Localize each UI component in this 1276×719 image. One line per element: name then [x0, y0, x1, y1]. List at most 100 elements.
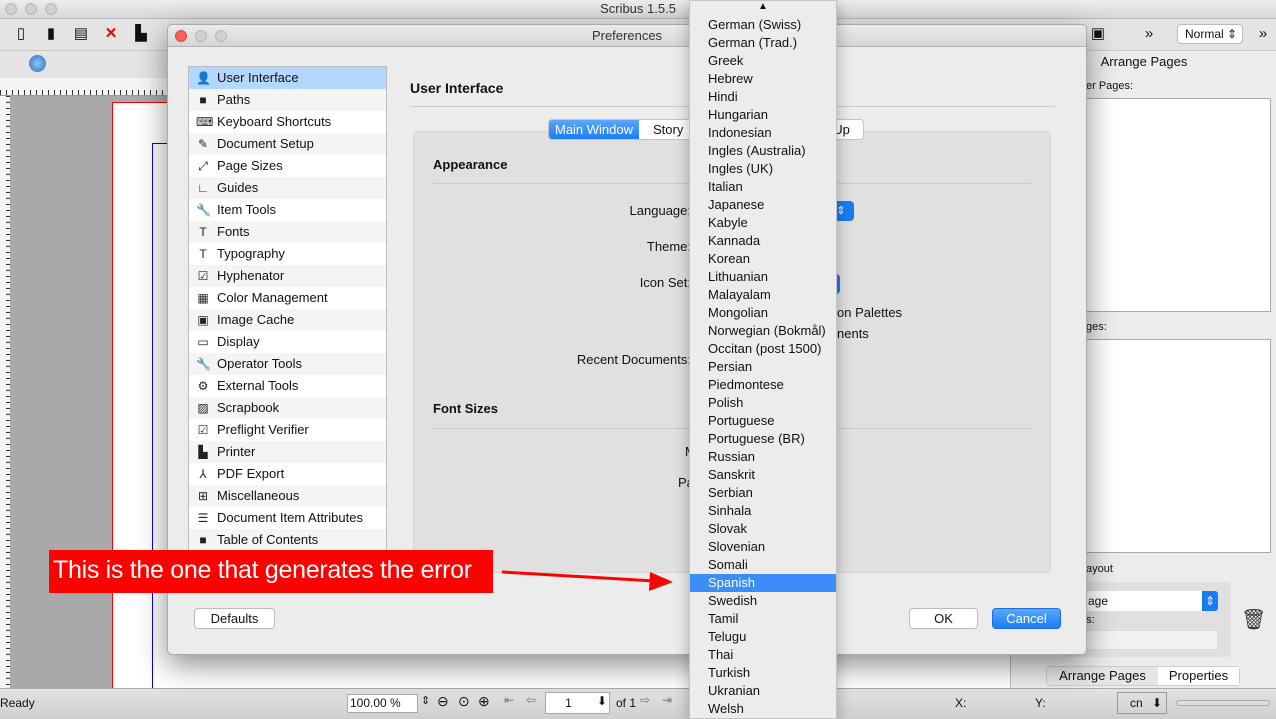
mode-select[interactable]: Normal ⇕: [1177, 24, 1243, 44]
sidebar-item-operator-tools[interactable]: 🔧 Operator Tools: [189, 353, 386, 375]
language-option[interactable]: Polish: [690, 394, 836, 412]
language-option[interactable]: Indonesian: [690, 124, 836, 142]
language-option[interactable]: Lithuanian: [690, 268, 836, 286]
language-option[interactable]: Sanskrit: [690, 466, 836, 484]
language-option[interactable]: Swedish: [690, 592, 836, 610]
close-window-button[interactable]: [5, 3, 17, 15]
sidebar-item-guides[interactable]: ∟ Guides: [189, 177, 386, 199]
zoom-window-button[interactable]: [45, 3, 57, 15]
language-option[interactable]: Portuguese (BR): [690, 430, 836, 448]
language-option[interactable]: Russian: [690, 448, 836, 466]
language-option[interactable]: Ingles (UK): [690, 160, 836, 178]
save-icon[interactable]: ▤: [72, 25, 90, 43]
language-option[interactable]: Slovenian: [690, 538, 836, 556]
unit-select[interactable]: cn ⬇: [1117, 692, 1167, 714]
print-icon[interactable]: ▙: [132, 25, 150, 43]
master-pages-list[interactable]: [1086, 98, 1271, 312]
language-option[interactable]: Slovak: [690, 520, 836, 538]
zoom-reset-icon[interactable]: ⊙: [458, 693, 470, 710]
language-option[interactable]: Hungarian: [690, 106, 836, 124]
more-tools-icon[interactable]: »: [1140, 25, 1158, 43]
sidebar-item-display[interactable]: ▭ Display: [189, 331, 386, 353]
sidebar-item-paths[interactable]: ■ Paths: [189, 89, 386, 111]
minimize-window-button[interactable]: [25, 3, 37, 15]
sidebar-item-document-item-attributes[interactable]: ☰ Document Item Attributes: [189, 507, 386, 529]
language-option[interactable]: Telugu: [690, 628, 836, 646]
documents-checkbox-label[interactable]: nents: [837, 326, 869, 341]
sidebar-item-document-setup[interactable]: ✎ Document Setup: [189, 133, 386, 155]
last-page-icon[interactable]: ⇥: [662, 693, 672, 707]
pen-tool-icon[interactable]: [29, 55, 46, 72]
first-page-select[interactable]: [1086, 630, 1218, 650]
language-option[interactable]: Kannada: [690, 232, 836, 250]
sidebar-item-table-of-contents[interactable]: ■ Table of Contents: [189, 529, 386, 551]
page-dropdown-icon[interactable]: ⬇: [597, 694, 607, 708]
sidebar-item-miscellaneous[interactable]: ⊞ Miscellaneous: [189, 485, 386, 507]
language-option[interactable]: Kabyle: [690, 214, 836, 232]
zoom-input[interactable]: 100.00 %: [347, 694, 418, 713]
new-document-icon[interactable]: ▯: [12, 25, 30, 43]
dialog-close-button[interactable]: [175, 30, 187, 42]
cancel-button[interactable]: Cancel: [992, 608, 1061, 629]
language-option[interactable]: Welsh: [690, 700, 836, 718]
sidebar-item-user-interface[interactable]: 👤 User Interface: [189, 67, 386, 89]
open-document-icon[interactable]: ▮: [42, 25, 60, 43]
language-option[interactable]: Korean: [690, 250, 836, 268]
language-option[interactable]: German (Trad.): [690, 34, 836, 52]
first-page-icon[interactable]: ⇤: [504, 693, 514, 707]
language-option[interactable]: Tamil: [690, 610, 836, 628]
tab-main-window[interactable]: Main Window: [549, 120, 639, 139]
language-option[interactable]: Japanese: [690, 196, 836, 214]
sidebar-item-printer[interactable]: ▙ Printer: [189, 441, 386, 463]
close-document-icon[interactable]: ✕: [102, 25, 120, 43]
language-option[interactable]: Spanish: [690, 574, 836, 592]
language-option[interactable]: Thai: [690, 646, 836, 664]
language-option[interactable]: Hindi: [690, 88, 836, 106]
language-option[interactable]: Greek: [690, 52, 836, 70]
ok-button[interactable]: OK: [909, 608, 978, 629]
tab-properties[interactable]: Properties: [1158, 667, 1239, 685]
sidebar-item-hyphenator[interactable]: ☑ Hyphenator: [189, 265, 386, 287]
dialog-minimize-button[interactable]: [195, 30, 207, 42]
tab-arrange-pages[interactable]: Arrange Pages: [1047, 667, 1158, 685]
language-option[interactable]: Sinhala: [690, 502, 836, 520]
language-option[interactable]: Malayalam: [690, 286, 836, 304]
language-option[interactable]: Hebrew: [690, 70, 836, 88]
layout-select[interactable]: age ⇕: [1086, 591, 1218, 611]
language-option[interactable]: Portuguese: [690, 412, 836, 430]
trash-icon[interactable]: 🗑: [1241, 607, 1266, 632]
next-page-icon[interactable]: ⇨: [640, 693, 650, 707]
zoom-stepper[interactable]: ⇕: [421, 694, 430, 707]
palettes-checkbox-label[interactable]: on Palettes: [837, 305, 902, 320]
sidebar-item-page-sizes[interactable]: ⤢ Page Sizes: [189, 155, 386, 177]
language-option[interactable]: Persian: [690, 358, 836, 376]
sidebar-item-pdf-export[interactable]: ⅄ PDF Export: [189, 463, 386, 485]
language-option[interactable]: German (Swiss): [690, 16, 836, 34]
language-option[interactable]: Ukranian: [690, 682, 836, 700]
language-option[interactable]: Occitan (post 1500): [690, 340, 836, 358]
language-option[interactable]: Norwegian (Bokmål): [690, 322, 836, 340]
more-tools-icon-2[interactable]: »: [1254, 25, 1272, 43]
pages-list[interactable]: [1086, 339, 1271, 553]
sidebar-item-image-cache[interactable]: ▣ Image Cache: [189, 309, 386, 331]
language-option[interactable]: Mongolian: [690, 304, 836, 322]
sidebar-item-color-management[interactable]: ▦ Color Management: [189, 287, 386, 309]
dialog-zoom-button[interactable]: [215, 30, 227, 42]
language-option[interactable]: Turkish: [690, 664, 836, 682]
sidebar-item-keyboard-shortcuts[interactable]: ⌨ Keyboard Shortcuts: [189, 111, 386, 133]
sidebar-item-scrapbook[interactable]: ▨ Scrapbook: [189, 397, 386, 419]
scroll-up-arrow-icon[interactable]: ▲: [690, 1, 836, 16]
sidebar-item-preflight-verifier[interactable]: ☑ Preflight Verifier: [189, 419, 386, 441]
sidebar-item-fonts[interactable]: T Fonts: [189, 221, 386, 243]
sidebar-item-item-tools[interactable]: 🔧 Item Tools: [189, 199, 386, 221]
zoom-out-icon[interactable]: ⊖: [437, 693, 449, 710]
defaults-button[interactable]: Defaults: [194, 608, 275, 629]
language-option[interactable]: Piedmontese: [690, 376, 836, 394]
language-option[interactable]: Ingles (Australia): [690, 142, 836, 160]
zoom-in-icon[interactable]: ⊕: [478, 693, 490, 710]
sidebar-item-typography[interactable]: T Typography: [189, 243, 386, 265]
language-option[interactable]: Italian: [690, 178, 836, 196]
previous-page-icon[interactable]: ⇦: [526, 693, 536, 707]
frame-icon[interactable]: ▣: [1089, 25, 1107, 43]
sidebar-item-external-tools[interactable]: ⚙ External Tools: [189, 375, 386, 397]
